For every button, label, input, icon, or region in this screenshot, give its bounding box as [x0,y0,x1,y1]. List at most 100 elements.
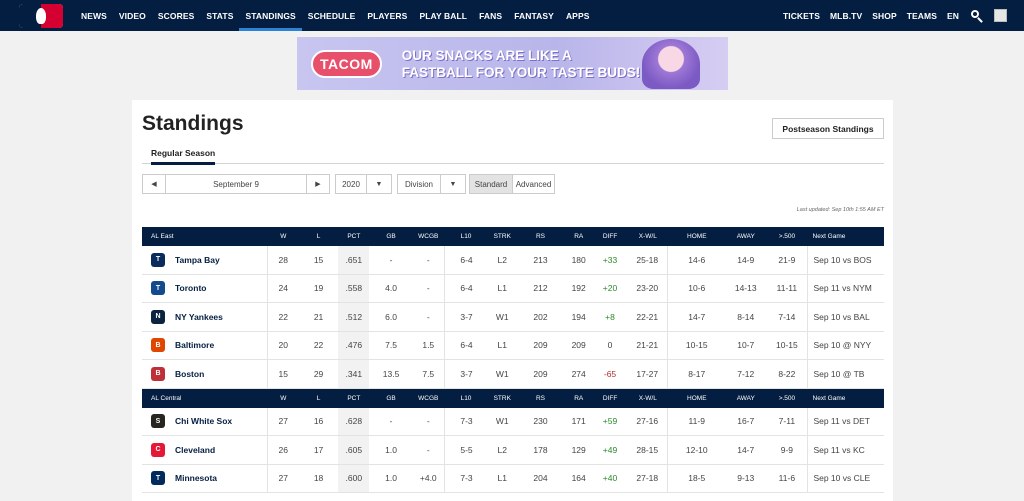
table-row[interactable]: T Toronto 24 19 .558 4.0 - 6-4 L1 212 192 +20 23-20 1… [142,274,884,303]
column-header[interactable]: RA [565,227,593,246]
team-name[interactable]: Tampa Bay [175,255,220,265]
ad-banner[interactable]: TACOM OUR SNACKS ARE LIKE A FASTBALL FOR… [297,37,728,90]
team-name[interactable]: Minnesota [175,473,217,483]
column-header[interactable]: HOME [668,389,725,408]
nav-item-play-ball[interactable]: PLAY BALL [413,0,473,31]
column-header[interactable]: Next Game [808,389,885,408]
nav-item-standings[interactable]: STANDINGS [239,0,302,31]
column-header[interactable]: L [299,389,338,408]
column-header[interactable]: RA [565,389,593,408]
team-cell[interactable]: C Cleveland [142,436,268,464]
column-header[interactable]: L [299,227,338,246]
cell-next[interactable]: Sep 10 vs BAL [807,303,884,331]
team-cell[interactable]: N NY Yankees [142,303,268,331]
nav-item-apps[interactable]: APPS [560,0,596,31]
column-header[interactable]: X-W/L [627,389,668,408]
table-row[interactable]: S Chi White Sox 27 16 .628 - - 7-3 W1 230 171 +59 27… [142,407,884,436]
column-header[interactable]: STRK [488,227,516,246]
team-name[interactable]: Boston [175,369,204,379]
team-cell[interactable]: T Tampa Bay [142,246,268,274]
team-cell[interactable]: S Chi White Sox [142,407,268,435]
column-header[interactable]: W [268,389,299,408]
team-name[interactable]: Cleveland [175,445,215,455]
nav-item-en[interactable]: EN [942,0,964,31]
table-row[interactable]: C Cleveland 26 17 .605 1.0 - 5-5 L2 178 129 +49 28-1… [142,436,884,465]
cell-wcgb: - [426,254,430,265]
column-header[interactable]: DIFF [593,389,627,408]
tab-regular-season[interactable]: Regular Season [151,148,216,165]
standard-toggle[interactable]: Standard [469,174,513,194]
chevron-down-icon[interactable]: ▼ [367,174,392,194]
nav-item-players[interactable]: PLAYERS [361,0,413,31]
advanced-toggle[interactable]: Advanced [513,174,555,194]
team-name[interactable]: Chi White Sox [175,416,232,426]
column-header[interactable]: L10 [444,389,488,408]
cell-next[interactable]: Sep 10 @ TB [807,360,884,388]
column-header[interactable]: AWAY [725,389,766,408]
nav-item-scores[interactable]: SCORES [152,0,201,31]
column-header[interactable]: AWAY [725,227,766,246]
cell-l10: 7-3 [443,464,488,492]
team-cell[interactable]: T Minnesota [142,464,268,492]
table-row[interactable]: B Baltimore 20 22 .476 7.5 1.5 6-4 L1 209 209 0 21-2… [142,331,884,360]
cell-next[interactable]: Sep 11 vs NYM [807,274,884,302]
year-select[interactable]: 2020 [335,174,367,194]
table-row[interactable]: T Tampa Bay 28 15 .651 - - 6-4 L2 213 180 +33 25-18 1… [142,246,884,275]
column-header[interactable]: GB [370,227,413,246]
nav-item-fans[interactable]: FANS [473,0,508,31]
cell-away: 14-9 [737,254,755,265]
nav-item-fantasy[interactable]: FANTASY [508,0,560,31]
table-row[interactable]: T Minnesota 27 18 .600 1.0 +4.0 7-3 L1 204 164 +40 2… [142,464,884,493]
cell-ra: 180 [571,254,586,265]
prev-date-button[interactable]: ◀ [142,174,166,194]
team-cell[interactable]: T Toronto [142,274,268,302]
nav-item-stats[interactable]: STATS [200,0,239,31]
column-header[interactable]: WCGB [413,227,444,246]
table-row[interactable]: N NY Yankees 22 21 .512 6.0 - 3-7 W1 202 194 +8 22-2… [142,303,884,332]
mlb-logo-icon[interactable] [19,3,63,28]
column-header[interactable]: RS [516,389,564,408]
search-icon[interactable] [970,9,984,23]
column-header[interactable]: >.500 [766,389,807,408]
column-header[interactable]: RS [516,227,564,246]
column-header[interactable]: PCT [338,227,369,246]
date-field[interactable]: September 9 [166,174,306,194]
cell-next[interactable]: Sep 10 @ NYY [807,331,884,359]
nav-item-shop[interactable]: SHOP [867,0,902,31]
column-header[interactable]: STRK [488,389,516,408]
cell-next[interactable]: Sep 10 vs BOS [807,246,884,274]
column-header[interactable]: >.500 [766,227,807,246]
cell-l: 16 [313,416,324,427]
nav-item-tickets[interactable]: TICKETS [778,0,825,31]
nav-item-video[interactable]: VIDEO [113,0,152,31]
nav-item-teams[interactable]: TEAMS [902,0,942,31]
nav-item-schedule[interactable]: SCHEDULE [302,0,362,31]
column-header[interactable]: GB [370,389,413,408]
user-avatar-icon[interactable] [994,9,1007,22]
column-header[interactable]: PCT [338,389,369,408]
cell-diff: +33 [602,254,618,265]
cell-next[interactable]: Sep 10 vs CLE [807,464,884,492]
column-header[interactable]: WCGB [413,389,444,408]
nav-item-news[interactable]: NEWS [75,0,113,31]
nav-item-mlb-tv[interactable]: MLB.TV [825,0,867,31]
column-header[interactable]: X-W/L [627,227,668,246]
column-header[interactable]: L10 [444,227,488,246]
view-select[interactable]: Division [397,174,441,194]
team-cell[interactable]: B Baltimore [142,331,268,359]
column-header[interactable]: HOME [668,227,725,246]
column-header[interactable]: DIFF [593,227,627,246]
column-header[interactable]: W [268,227,299,246]
team-cell[interactable]: B Boston [142,360,268,388]
cell-next[interactable]: Sep 11 vs KC [807,436,884,464]
team-name[interactable]: NY Yankees [175,312,223,322]
table-row[interactable]: B Boston 15 29 .341 13.5 7.5 3-7 W1 209 274 -65 17-2… [142,360,884,389]
team-name[interactable]: Toronto [175,283,206,293]
team-name[interactable]: Baltimore [175,340,214,350]
chevron-down-icon[interactable]: ▼ [441,174,466,194]
cell-gb: 13.5 [382,368,400,379]
postseason-standings-button[interactable]: Postseason Standings [772,118,884,139]
column-header[interactable]: Next Game [808,227,885,246]
cell-next[interactable]: Sep 11 vs DET [807,407,884,435]
next-date-button[interactable]: ▶ [306,174,330,194]
